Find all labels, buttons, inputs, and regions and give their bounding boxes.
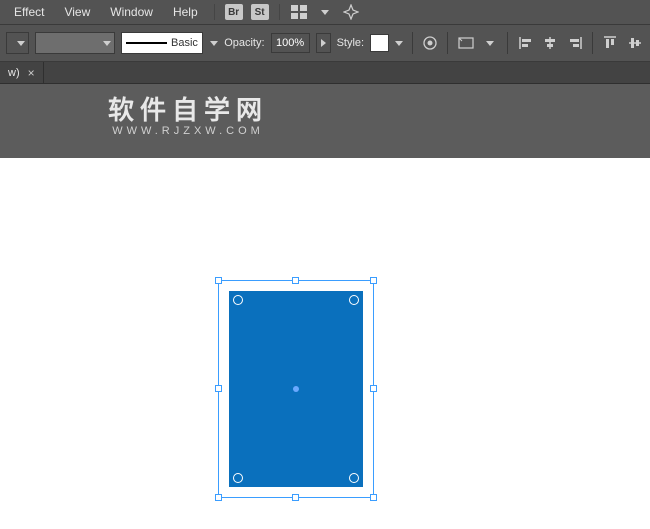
gpu-preview-button[interactable] <box>340 2 362 22</box>
resize-handle[interactable] <box>215 385 222 392</box>
align-vcenter-icon <box>628 36 642 50</box>
separator <box>214 4 215 20</box>
artboard[interactable] <box>0 158 650 529</box>
separator <box>592 32 593 54</box>
document-tab[interactable]: w) × <box>0 62 44 83</box>
menu-window[interactable]: Window <box>102 2 161 22</box>
brush-definition[interactable]: Basic <box>121 32 203 54</box>
gpu-icon <box>343 4 359 20</box>
arrange-grid-icon <box>291 5 307 19</box>
align-panel-icon <box>458 36 474 50</box>
align-panel-button[interactable] <box>456 33 475 53</box>
color-wheel-icon <box>422 35 438 51</box>
bridge-button[interactable]: Br <box>223 2 245 22</box>
watermark-title: 软件自学网 <box>108 90 268 127</box>
align-top-button[interactable] <box>601 33 620 53</box>
live-corner-widget[interactable] <box>349 473 359 483</box>
watermark: 软件自学网 WWW.RJZXW.COM <box>108 90 268 137</box>
live-corner-widget[interactable] <box>349 295 359 305</box>
brush-dropdown[interactable] <box>209 33 218 53</box>
menu-effect[interactable]: Effect <box>6 2 52 22</box>
control-bar: Basic Opacity: 100% Style: <box>0 24 650 62</box>
resize-handle[interactable] <box>215 494 222 501</box>
opacity-step-button[interactable] <box>316 33 331 53</box>
brush-label: Basic <box>171 37 198 49</box>
align-left-button[interactable] <box>516 33 535 53</box>
resize-handle[interactable] <box>370 277 377 284</box>
live-corner-widget[interactable] <box>233 295 243 305</box>
recolor-artwork-button[interactable] <box>421 33 440 53</box>
close-icon[interactable]: × <box>28 67 35 79</box>
tab-label: w) <box>8 67 20 79</box>
live-corner-widget[interactable] <box>233 473 243 483</box>
resize-handle[interactable] <box>370 494 377 501</box>
align-top-icon <box>603 36 617 50</box>
align-hcenter-button[interactable] <box>541 33 560 53</box>
separator <box>447 32 448 54</box>
align-vcenter-button[interactable] <box>625 33 644 53</box>
align-left-icon <box>519 36 533 50</box>
selection-bounding-box[interactable] <box>218 280 374 498</box>
arrange-documents-button[interactable] <box>288 2 310 22</box>
align-right-button[interactable] <box>565 33 584 53</box>
separator <box>279 4 280 20</box>
watermark-subtitle: WWW.RJZXW.COM <box>108 125 268 137</box>
align-right-icon <box>568 36 582 50</box>
style-label: Style: <box>337 37 365 49</box>
menu-help[interactable]: Help <box>165 2 206 22</box>
arrange-dropdown[interactable] <box>314 2 336 22</box>
center-point-icon[interactable] <box>293 386 299 392</box>
fill-dropdown[interactable] <box>6 32 29 54</box>
style-swatch[interactable] <box>370 34 389 52</box>
stroke-color-dropdown[interactable] <box>35 32 115 54</box>
menu-view[interactable]: View <box>56 2 98 22</box>
pasteboard-strip: 软件自学网 WWW.RJZXW.COM <box>0 84 650 158</box>
document-tab-bar: w) × <box>0 62 650 84</box>
resize-handle[interactable] <box>370 385 377 392</box>
separator <box>507 32 508 54</box>
menu-bar: Effect View Window Help Br St <box>0 0 650 24</box>
align-dropdown[interactable] <box>481 33 500 53</box>
resize-handle[interactable] <box>292 494 299 501</box>
align-hcenter-icon <box>543 36 557 50</box>
opacity-input[interactable]: 100% <box>271 33 310 53</box>
opacity-label: Opacity: <box>224 37 264 49</box>
brush-preview-icon <box>126 42 167 44</box>
resize-handle[interactable] <box>215 277 222 284</box>
style-dropdown[interactable] <box>395 34 404 52</box>
resize-handle[interactable] <box>292 277 299 284</box>
separator <box>412 32 413 54</box>
stock-button[interactable]: St <box>249 2 271 22</box>
